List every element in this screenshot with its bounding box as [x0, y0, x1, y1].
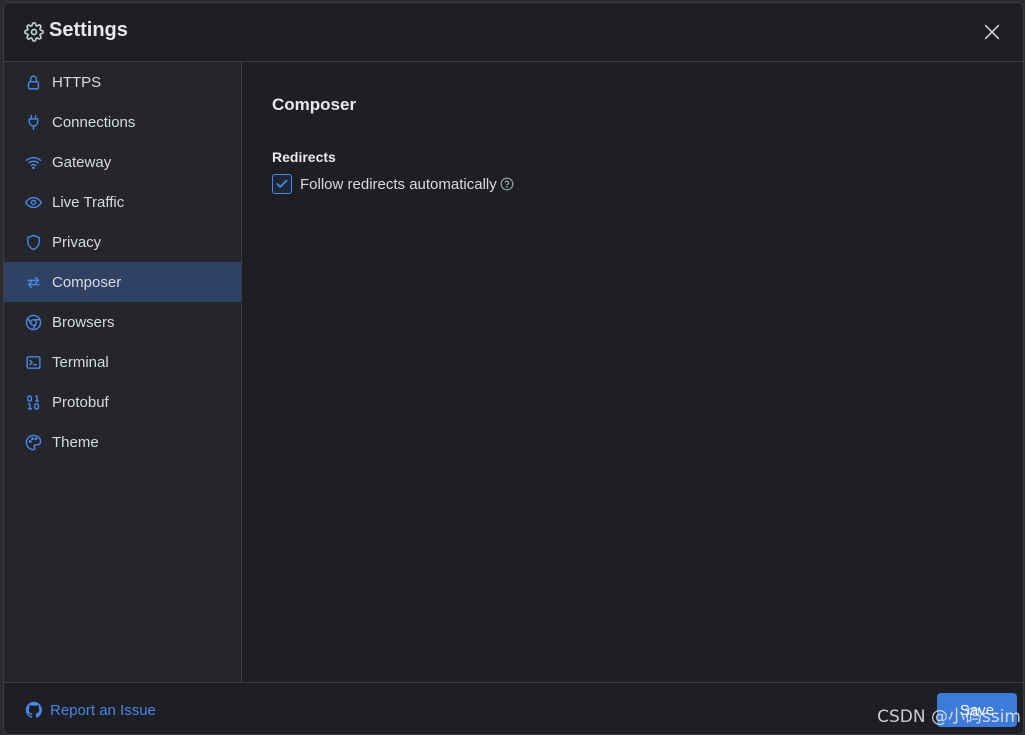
sidebar-item-label: Gateway [52, 153, 112, 171]
sidebar-item-label: Terminal [52, 353, 109, 371]
sidebar-item-label: Live Traffic [52, 193, 125, 211]
sidebar-item-label: Protobuf [52, 393, 109, 411]
chrome-icon [24, 313, 42, 331]
section-title: Composer [272, 95, 357, 114]
shield-icon [24, 233, 42, 251]
dialog-title: Settings [49, 19, 128, 41]
save-button[interactable]: Save [937, 693, 1017, 727]
palette-icon [24, 433, 42, 451]
checkmark-icon [276, 179, 288, 188]
sidebar-item-gateway[interactable]: Gateway [4, 142, 241, 182]
sidebar-item-label: Theme [52, 433, 99, 451]
follow-redirects-option[interactable]: Follow redirects automatically [272, 174, 514, 194]
help-circle-icon[interactable] [500, 177, 514, 191]
sidebar-item-label: Browsers [52, 313, 115, 331]
group-title: Redirects [272, 149, 336, 165]
sidebar-item-protobuf[interactable]: Protobuf [4, 382, 241, 422]
sidebar-item-label: HTTPS [52, 73, 102, 91]
sidebar-item-https[interactable]: HTTPS [4, 62, 241, 102]
plug-icon [24, 113, 42, 131]
gear-icon [24, 22, 44, 42]
sidebar-item-terminal[interactable]: Terminal [4, 342, 241, 382]
dialog-footer: Report an Issue Save [4, 682, 1023, 734]
sidebar-item-composer[interactable]: Composer [4, 262, 241, 302]
settings-sidebar: HTTPS Connections Gateway Live Traffic P… [4, 62, 242, 683]
sidebar-item-theme[interactable]: Theme [4, 422, 241, 462]
lock-icon [24, 73, 42, 91]
wifi-icon [24, 153, 42, 171]
sidebar-item-live-traffic[interactable]: Live Traffic [4, 182, 241, 222]
sidebar-item-label: Composer [52, 273, 122, 291]
sidebar-item-label: Privacy [52, 233, 102, 251]
sidebar-item-connections[interactable]: Connections [4, 102, 241, 142]
follow-redirects-checkbox[interactable] [272, 174, 292, 194]
binary-icon [24, 393, 42, 411]
github-icon [25, 701, 42, 718]
sidebar-item-browsers[interactable]: Browsers [4, 302, 241, 342]
dialog-header: Settings [4, 3, 1023, 62]
report-issue-label: Report an Issue [50, 701, 156, 719]
terminal-icon [24, 353, 42, 371]
follow-redirects-label: Follow redirects automatically [300, 175, 497, 193]
close-icon[interactable] [981, 21, 1003, 43]
settings-dialog: Settings HTTPS Connections Gateway Live … [3, 2, 1024, 735]
eye-icon [24, 193, 42, 211]
arrows-swap-icon [24, 273, 42, 291]
sidebar-item-privacy[interactable]: Privacy [4, 222, 241, 262]
sidebar-item-label: Connections [52, 113, 136, 131]
report-issue-link[interactable]: Report an Issue [25, 701, 156, 719]
settings-content: Composer Redirects Follow redirects auto… [242, 62, 1023, 683]
